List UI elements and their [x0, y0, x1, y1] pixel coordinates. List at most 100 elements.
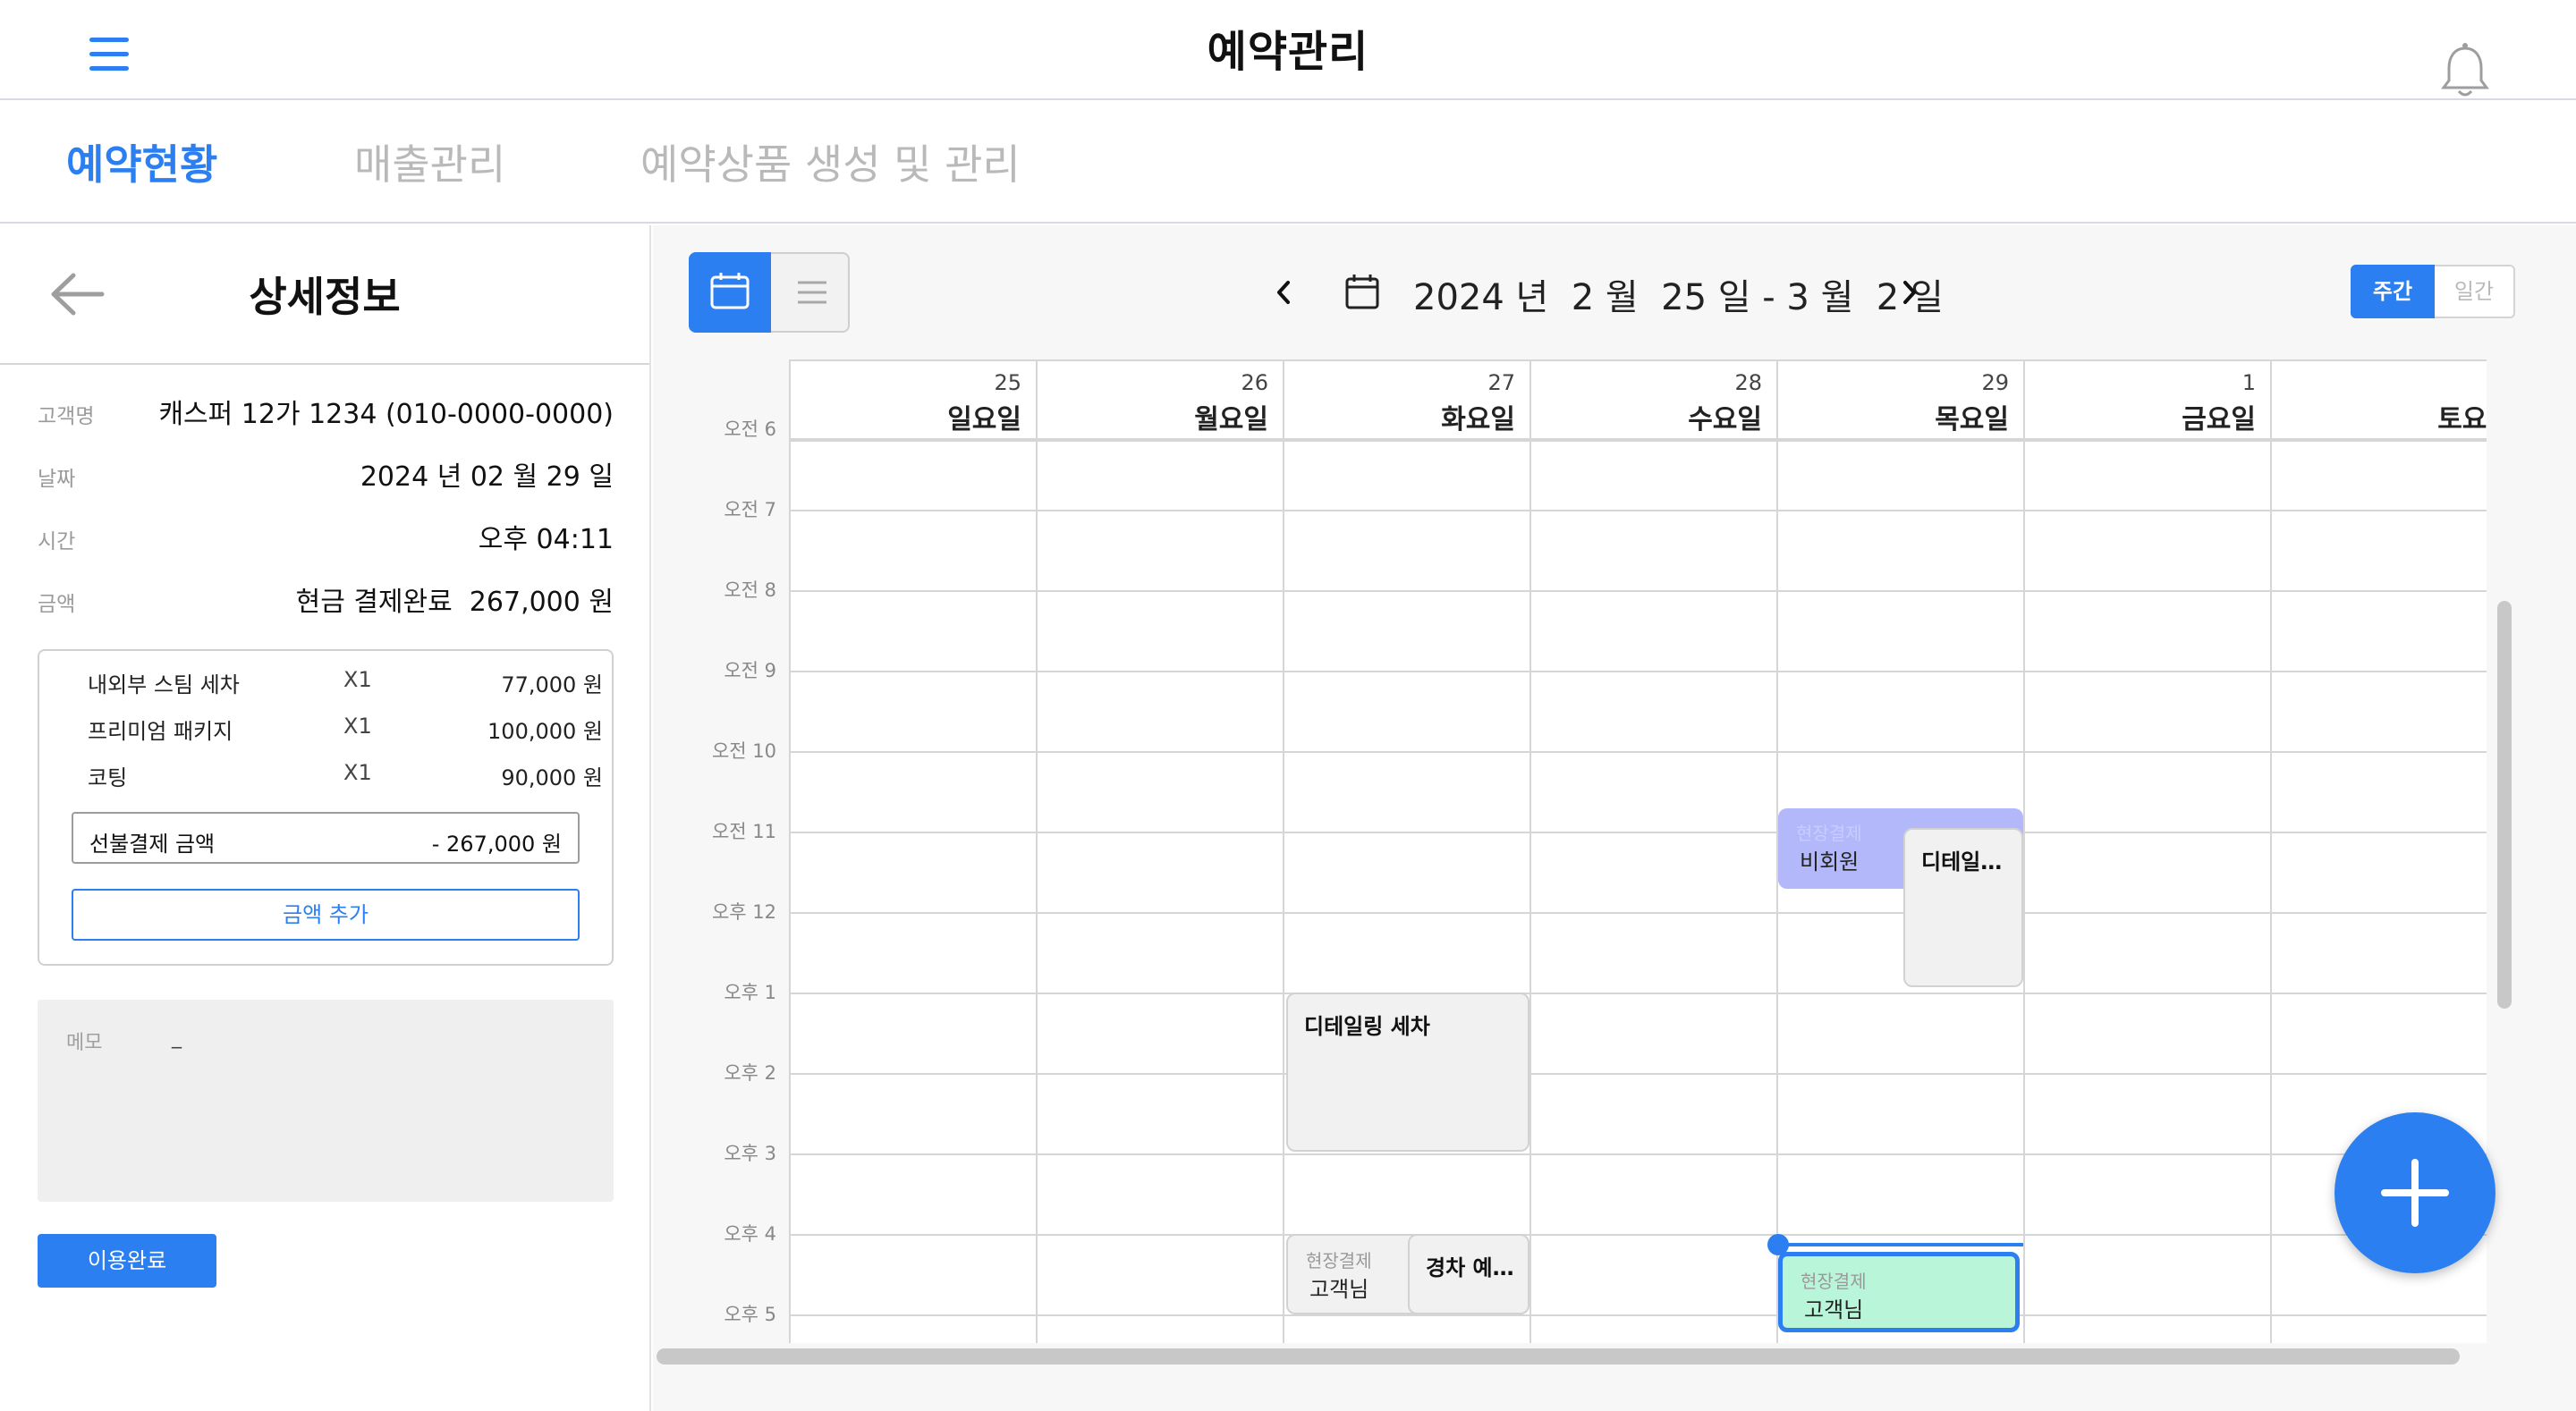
day-column-wed[interactable]: 28 수요일 [1531, 361, 1778, 1343]
top-bar: 예약관리 [0, 0, 2576, 100]
items-box: 내외부 스팀 세차 X1 77,000 원 프리미엄 패키지 X1 100,00… [38, 649, 614, 966]
event-detailing-thu[interactable]: 디테일… [1903, 828, 2023, 987]
day-column-mon[interactable]: 26 월요일 [1038, 361, 1284, 1343]
time-label: 오후 12 [711, 901, 776, 923]
customer-label: 고객명 [38, 405, 95, 428]
week-calendar: 오전 6 오전 7 오전 8 오전 9 오전 10 오전 11 오후 12 오후… [653, 359, 2487, 1343]
event-compact-tue[interactable]: 경차 예… [1408, 1234, 1530, 1314]
plus-icon [2381, 1159, 2449, 1227]
item-name: 코팅 [88, 765, 128, 790]
add-reservation-button[interactable] [2334, 1112, 2496, 1273]
day-column-fri[interactable]: 1 금요일 [2025, 361, 2272, 1343]
time-label: 오전 8 [724, 579, 776, 601]
calendar-panel: 2024 년 2 월 25 일 - 3 월 2 일 주간 일간 오전 6 오전 … [653, 225, 2576, 1411]
horizontal-scrollbar[interactable] [657, 1348, 2460, 1365]
day-header: 26 월요일 [1038, 361, 1284, 440]
time-row: 시간 오후 04:11 [38, 517, 614, 555]
week-day-toggle: 주간 일간 [2351, 265, 2515, 318]
day-name: 토요일 [2437, 404, 2487, 435]
day-name: 목요일 [1935, 404, 2009, 435]
event-payment: 현장결제 [1796, 823, 1862, 844]
memo-label: 메모 [66, 1032, 103, 1054]
item-qty: X1 [343, 667, 372, 692]
time-label: 오후 1 [724, 982, 776, 1003]
event-detailing-tue[interactable]: 디테일링 세차 [1286, 993, 1530, 1152]
tab-products[interactable]: 예약상품 생성 및 관리 [640, 132, 1021, 191]
add-amount-button[interactable]: 금액 추가 [72, 889, 580, 941]
day-header: 29 목요일 [1778, 361, 2025, 440]
day-number: 28 [1734, 370, 1762, 395]
item-price: 90,000 원 [501, 765, 603, 790]
day-header: 2 토요일 [2272, 361, 2487, 440]
day-number: 29 [1981, 370, 2009, 395]
prepaid-label: 선불결제 금액 [89, 832, 216, 857]
time-label: 시간 [38, 530, 76, 553]
event-title: 경차 예… [1426, 1255, 1514, 1280]
tab-sales[interactable]: 매출관리 [354, 132, 505, 191]
event-selected-thu[interactable]: 현장결제 고객님 [1778, 1252, 2020, 1332]
day-mode-button[interactable]: 일간 [2435, 266, 2513, 317]
detail-header: 상세정보 [0, 225, 649, 365]
day-columns: 25 일요일 26 월요일 27 화요일 28 수요일 29 목요일 1 금요일… [789, 359, 2487, 1343]
time-label: 오전 10 [711, 740, 776, 762]
date-row: 날짜 2024 년 02 월 29 일 [38, 454, 614, 493]
calendar-icon[interactable] [1340, 270, 1385, 315]
prepaid-value: - 267,000 원 [431, 832, 562, 857]
date-value: 2024 년 02 월 29 일 [360, 461, 614, 493]
item-name: 프리미엄 패키지 [88, 719, 233, 744]
event-customer: 비회원 [1800, 849, 1860, 874]
day-name: 금요일 [2182, 404, 2256, 435]
time-label: 오후 2 [724, 1062, 776, 1084]
resize-handle-bar[interactable] [1778, 1243, 2023, 1246]
list-item: 내외부 스팀 세차 X1 77,000 원 [88, 667, 603, 697]
event-title: 디테일링 세차 [1304, 1014, 1430, 1039]
amount-label: 금액 [38, 593, 76, 616]
tab-reservation-status[interactable]: 예약현황 [66, 132, 217, 191]
detail-title: 상세정보 [249, 273, 401, 321]
day-header: 1 금요일 [2025, 361, 2272, 440]
list-item: 코팅 X1 90,000 원 [88, 760, 603, 790]
customer-row: 고객명 캐스퍼 12가 1234 (010-0000-0000) [38, 392, 614, 430]
item-price: 100,000 원 [487, 719, 603, 744]
time-label: 오전 9 [724, 660, 776, 681]
day-name: 월요일 [1194, 404, 1268, 435]
day-header: 27 화요일 [1284, 361, 1531, 440]
amount-row: 금액 현금 결제완료 267,000 원 [38, 579, 614, 618]
detail-panel: 상세정보 고객명 캐스퍼 12가 1234 (010-0000-0000) 날짜… [0, 225, 651, 1411]
vertical-scrollbar[interactable] [2497, 601, 2512, 1009]
day-name: 수요일 [1688, 404, 1762, 435]
event-payment: 현장결제 [1306, 1250, 1372, 1272]
item-qty: X1 [343, 714, 372, 739]
day-column-tue[interactable]: 27 화요일 [1284, 361, 1531, 1343]
day-number: 27 [1487, 370, 1515, 395]
time-label: 오전 11 [711, 821, 776, 842]
day-column-sun[interactable]: 25 일요일 [791, 361, 1038, 1343]
date-range: 2024 년 2 월 25 일 - 3 월 2 일 [1413, 277, 1944, 318]
time-label: 오전 6 [724, 418, 776, 440]
day-name: 일요일 [947, 404, 1021, 435]
time-label: 오후 3 [724, 1143, 776, 1164]
complete-button[interactable]: 이용완료 [38, 1234, 216, 1288]
memo-box[interactable]: 메모 _ [38, 1000, 614, 1202]
amount-value: 현금 결제완료 267,000 원 [295, 587, 614, 618]
date-label: 날짜 [38, 468, 76, 491]
resize-handle[interactable] [1767, 1234, 1789, 1255]
week-mode-button[interactable]: 주간 [2351, 265, 2435, 318]
day-number: 1 [2241, 370, 2256, 395]
time-value: 오후 04:11 [478, 524, 614, 555]
prepaid-amount: 선불결제 금액 - 267,000 원 [72, 812, 580, 864]
day-header: 28 수요일 [1531, 361, 1778, 440]
event-customer: 고객님 [1804, 1297, 1864, 1322]
item-qty: X1 [343, 760, 372, 785]
chevron-left-icon[interactable] [1261, 270, 1306, 315]
date-navigation: 2024 년 2 월 25 일 - 3 월 2 일 [653, 261, 2576, 324]
time-label: 오전 7 [724, 499, 776, 520]
bell-icon[interactable] [2438, 41, 2492, 100]
day-number: 26 [1241, 370, 1268, 395]
chevron-right-icon[interactable] [1887, 270, 1932, 315]
day-header: 25 일요일 [791, 361, 1038, 440]
event-title: 디테일… [1921, 849, 2003, 874]
item-price: 77,000 원 [501, 672, 603, 697]
time-label: 오후 5 [724, 1304, 776, 1325]
day-number: 25 [994, 370, 1021, 395]
